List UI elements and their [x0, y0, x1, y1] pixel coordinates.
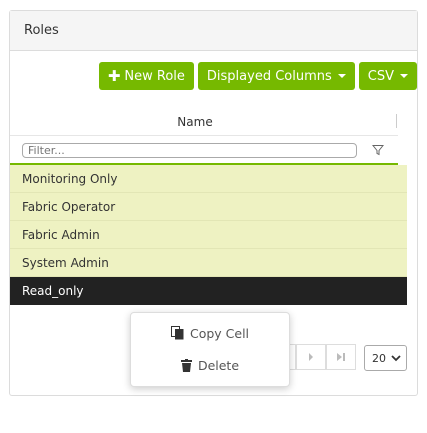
chevron-down-icon [391, 354, 401, 361]
row-name-cell: Fabric Operator [22, 200, 116, 214]
column-separator[interactable] [396, 114, 397, 128]
delete-label: Delete [197, 357, 240, 373]
filter-input[interactable] [22, 143, 357, 158]
page-size-value: 20 [372, 351, 386, 365]
row-name-cell: Monitoring Only [22, 172, 118, 186]
csv-button[interactable]: CSV [358, 62, 417, 90]
csv-label: CSV [367, 68, 394, 84]
table-row[interactable]: Fabric Operator [10, 193, 407, 221]
caret-down-icon [337, 74, 346, 78]
chevron-right-icon [309, 353, 313, 361]
plus-icon: ✚ [107, 66, 121, 85]
filter-row [10, 137, 398, 165]
column-header-name[interactable]: Name [10, 106, 398, 136]
table-row[interactable]: System Admin [10, 249, 407, 277]
caret-down-icon [400, 74, 408, 78]
column-header-label: Name [177, 115, 213, 129]
copy-icon [170, 326, 184, 340]
row-name-cell: Fabric Admin [22, 228, 100, 242]
row-name-cell: Read_only [22, 284, 84, 298]
new-role-label: New Role [124, 68, 185, 84]
next-page-button[interactable] [296, 344, 326, 370]
row-name-cell: System Admin [22, 256, 109, 270]
new-role-button[interactable]: ✚ New Role [98, 62, 194, 90]
table-row-selected[interactable]: Read_only [10, 277, 407, 305]
table-body: Monitoring Only Fabric Operator Fabric A… [10, 165, 407, 305]
delete-menu-item[interactable]: Delete [131, 351, 289, 379]
copy-cell-label: Copy Cell [189, 325, 250, 341]
toolbar: ✚ New Role Displayed Columns CSV [98, 62, 417, 90]
last-page-icon [337, 353, 345, 361]
table-row[interactable]: Monitoring Only [10, 165, 407, 193]
panel-title: Roles [10, 11, 417, 51]
filter-icon[interactable] [372, 144, 384, 156]
context-menu: Copy Cell Delete [130, 312, 290, 387]
trash-icon [180, 358, 192, 372]
displayed-columns-button[interactable]: Displayed Columns [197, 62, 355, 90]
copy-cell-menu-item[interactable]: Copy Cell [131, 319, 289, 347]
displayed-columns-label: Displayed Columns [206, 68, 332, 84]
last-page-button[interactable] [326, 344, 356, 370]
table-row[interactable]: Fabric Admin [10, 221, 407, 249]
page-size-select[interactable]: 20 [364, 345, 407, 371]
